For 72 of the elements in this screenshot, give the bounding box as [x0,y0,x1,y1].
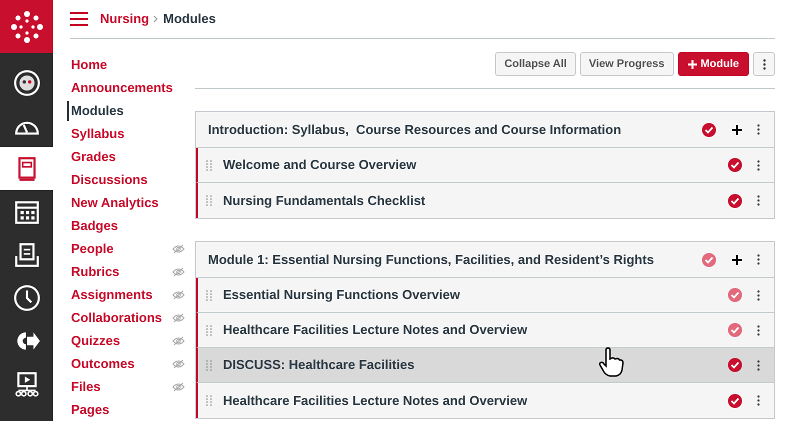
published-check-icon[interactable] [728,158,742,172]
module-header[interactable]: Introduction: Syllabus, Course Resources and Course Information [196,112,774,148]
course-nav-link[interactable]: Assignments [70,284,153,304]
kebab-menu-icon[interactable] [757,290,760,300]
breadcrumb-current: Modules [163,10,216,28]
course-nav-link[interactable]: Syllabus [70,124,124,144]
kebab-menu-icon[interactable] [757,160,760,170]
plus-icon [688,60,696,68]
drag-handle-icon[interactable] [206,195,212,206]
toolbar-button[interactable]: Collapse All [495,52,576,76]
course-nav-link[interactable]: Files [70,376,101,396]
module-item-title: Healthcare Facilities Lecture Notes and Overview [223,392,528,410]
module-title: Module 1: Essential Nursing Functions, Facilities, and Resident’s Rights [208,250,655,269]
tray-icon[interactable] [12,240,40,268]
drag-handle-icon[interactable] [206,360,212,370]
module-item-row[interactable]: Welcome and Course Overview [196,148,774,183]
toolbar-button[interactable]: View Progress [580,52,674,76]
drag-handle-icon[interactable] [206,324,212,336]
plus-icon[interactable] [732,124,742,134]
module-item-title: DISCUSS: Healthcare Facilities [223,356,414,374]
kebab-menu-icon [762,58,766,70]
course-nav-link[interactable]: People [70,238,114,258]
module-item-row[interactable]: Healthcare Facilities Lecture Notes and Overview [196,313,774,348]
course-nav-link[interactable]: Pages [70,400,110,420]
add-module-button[interactable]: Module [678,52,749,76]
published-check-icon[interactable] [728,194,742,208]
breadcrumb-link[interactable]: Nursing [100,9,150,29]
course-nav-link[interactable]: New Analytics [70,192,159,212]
menu-icon[interactable] [70,12,88,26]
module-item-row[interactable]: Nursing Fundamentals Checklist [196,183,774,218]
published-check-icon[interactable] [728,288,742,302]
clock-icon[interactable] [12,284,40,312]
course-nav-link[interactable]: Outcomes [70,354,135,374]
course-nav-link[interactable]: Home [70,54,108,74]
course-nav-link[interactable]: Rubrics [70,262,120,282]
published-check-icon[interactable] [728,394,742,408]
module-item-title: Welcome and Course Overview [223,156,416,174]
module-title: Introduction: Syllabus, Course Resources and Course Information [208,120,622,139]
kebab-menu-icon[interactable] [757,324,760,336]
published-check-icon[interactable] [702,252,716,266]
hand-cursor-icon [598,347,624,377]
module-item-row[interactable]: Healthcare Facilities Lecture Notes and Overview [196,383,774,418]
kebab-menu-icon[interactable] [757,254,760,265]
module-item-title: Nursing Fundamentals Checklist [223,192,426,210]
plus-icon[interactable] [732,254,742,264]
module-item-title: Healthcare Facilities Lecture Notes and Overview [223,321,528,340]
course-nav-link[interactable]: Discussions [70,170,148,190]
module-item-row[interactable]: DISCUSS: Healthcare Facilities [196,348,774,383]
logo-icon[interactable] [0,0,53,53]
course-nav-link[interactable]: Quizzes [70,330,120,350]
module-header[interactable]: Module 1: Essential Nursing Functions, Facilities, and Resident’s Rights [196,242,774,278]
kebab-menu-icon[interactable] [757,195,760,206]
module-item-title: Essential Nursing Functions Overview [223,286,460,304]
kebab-menu-icon[interactable] [757,395,760,406]
kebab-menu-icon[interactable] [757,124,760,135]
drag-handle-icon[interactable] [206,160,212,170]
published-check-icon[interactable] [702,122,716,136]
published-check-icon[interactable] [728,358,742,372]
screen-icon[interactable] [12,370,40,398]
kebab-menu-icon[interactable] [757,360,760,370]
avatar-icon[interactable] [12,68,40,96]
course-nav-link[interactable]: Modules [67,100,124,120]
more-options-button[interactable] [753,52,775,76]
drag-handle-icon[interactable] [206,395,212,406]
course-nav-link[interactable]: Grades [70,146,116,166]
published-check-icon[interactable] [728,323,742,337]
chevron-icon [153,15,160,23]
course-nav-link[interactable]: Announcements [70,78,173,98]
module-item-row[interactable]: Essential Nursing Functions Overview [196,278,774,313]
course-nav-link[interactable]: Collaborations [70,308,162,328]
course-nav-link[interactable]: Badges [70,216,118,236]
drag-handle-icon[interactable] [206,290,212,300]
